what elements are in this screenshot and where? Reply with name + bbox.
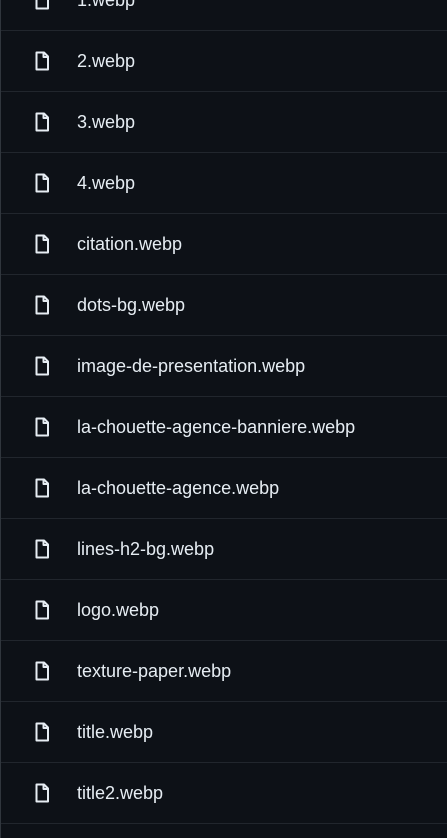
- file-icon: [34, 783, 50, 803]
- file-list: 1.webp 2.webp 3.webp 4.webp citation.web…: [0, 0, 447, 838]
- file-name[interactable]: dots-bg.webp: [77, 294, 185, 316]
- file-name[interactable]: title2.webp: [77, 782, 163, 804]
- file-name[interactable]: la-chouette-agence-banniere.webp: [77, 416, 355, 438]
- file-name[interactable]: logo.webp: [77, 599, 159, 621]
- file-icon: [34, 51, 50, 71]
- file-row[interactable]: 4.webp: [1, 153, 447, 214]
- file-icon: [34, 722, 50, 742]
- file-icon: [34, 112, 50, 132]
- file-name[interactable]: texture-paper.webp: [77, 660, 231, 682]
- file-row[interactable]: logo.webp: [1, 580, 447, 641]
- file-row[interactable]: la-chouette-agence.webp: [1, 458, 447, 519]
- file-name[interactable]: title.webp: [77, 721, 153, 743]
- file-icon: [34, 295, 50, 315]
- file-name[interactable]: 2.webp: [77, 50, 135, 72]
- file-icon: [34, 0, 50, 10]
- file-row[interactable]: lines-h2-bg.webp: [1, 519, 447, 580]
- file-name[interactable]: 4.webp: [77, 172, 135, 194]
- file-row[interactable]: texture-paper.webp: [1, 641, 447, 702]
- file-row[interactable]: title2.webp: [1, 763, 447, 824]
- file-row[interactable]: title.webp: [1, 702, 447, 763]
- file-row[interactable]: 3.webp: [1, 92, 447, 153]
- file-row[interactable]: image-de-presentation.webp: [1, 336, 447, 397]
- file-icon: [34, 417, 50, 437]
- file-row[interactable]: 2.webp: [1, 31, 447, 92]
- file-row[interactable]: dots-bg.webp: [1, 275, 447, 336]
- file-icon: [34, 356, 50, 376]
- file-name[interactable]: 1.webp: [77, 0, 135, 11]
- file-icon: [34, 661, 50, 681]
- file-icon: [34, 539, 50, 559]
- file-icon: [34, 478, 50, 498]
- file-row[interactable]: 1.webp: [1, 0, 447, 31]
- file-name[interactable]: 3.webp: [77, 111, 135, 133]
- file-row[interactable]: la-chouette-agence-banniere.webp: [1, 397, 447, 458]
- file-name[interactable]: image-de-presentation.webp: [77, 355, 305, 377]
- file-name[interactable]: la-chouette-agence.webp: [77, 477, 279, 499]
- file-icon: [34, 600, 50, 620]
- file-icon: [34, 173, 50, 193]
- file-row[interactable]: citation.webp: [1, 214, 447, 275]
- file-icon: [34, 234, 50, 254]
- file-name[interactable]: lines-h2-bg.webp: [77, 538, 214, 560]
- file-name[interactable]: citation.webp: [77, 233, 182, 255]
